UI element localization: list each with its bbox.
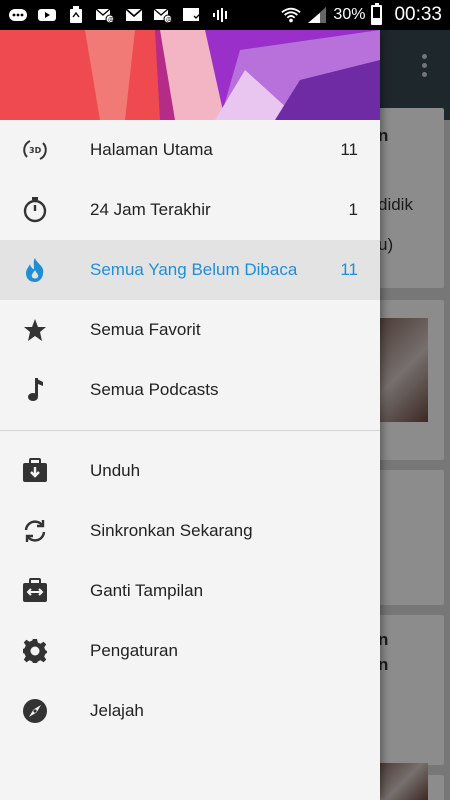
nav-item-label: Ganti Tampilan (90, 581, 204, 600)
nav-item-24-jam[interactable]: 24 Jam Terakhir 1 (0, 180, 380, 240)
wifi-icon (281, 7, 302, 23)
nav-item-pengaturan[interactable]: Pengaturan (0, 621, 380, 681)
music-note-icon (20, 375, 50, 405)
status-bar: @ @ 30% 00:33 (0, 0, 450, 30)
drawer-divider (0, 430, 380, 431)
nav-item-unduh[interactable]: Unduh (0, 441, 380, 501)
nav-item-label: Sinkronkan Sekarang (90, 521, 253, 540)
nav-item-semua-podcasts[interactable]: Semua Podcasts (0, 360, 380, 420)
compass-icon (20, 696, 50, 726)
nav-item-semua-favorit[interactable]: Semua Favorit (0, 300, 380, 360)
nav-item-label: Semua Favorit (90, 320, 201, 339)
sound-icon (211, 7, 231, 23)
clock: 00:33 (394, 4, 442, 25)
star-icon (20, 315, 50, 345)
flame-icon (20, 255, 50, 285)
unread-count: 1 (348, 200, 358, 219)
svg-text:@: @ (166, 17, 172, 24)
signal-icon (307, 7, 327, 23)
nav-item-label: Pengaturan (90, 641, 178, 660)
switch-view-icon (20, 576, 50, 606)
email-icon: @ (153, 7, 173, 23)
battery-icon (371, 3, 383, 25)
nav-item-label: 24 Jam Terakhir (90, 200, 211, 219)
nav-item-ganti-tampilan[interactable]: Ganti Tampilan (0, 561, 380, 621)
svg-text:3D: 3D (29, 146, 42, 155)
nav-item-sinkronkan[interactable]: Sinkronkan Sekarang (0, 501, 380, 561)
nav-item-label: Unduh (90, 461, 141, 480)
drawer-header-artwork (0, 30, 380, 120)
navigation-drawer: 3D Halaman Utama 11 24 Jam Terakhir 1 Se… (0, 30, 380, 800)
nav-item-jelajah[interactable]: Jelajah (0, 681, 380, 741)
nav-item-label: Semua Yang Belum Dibaca (90, 260, 298, 279)
nav-item-label: Semua Podcasts (90, 380, 219, 399)
store-icon (182, 7, 202, 23)
stopwatch-icon (20, 195, 50, 225)
nav-item-label: Halaman Utama (90, 140, 213, 159)
chat-icon (8, 7, 28, 23)
sync-icon (20, 516, 50, 546)
gmail-icon (124, 7, 144, 23)
recycle-icon (66, 6, 86, 23)
battery-percent: 30% (333, 6, 366, 23)
unread-count: 11 (340, 260, 358, 279)
nav-item-halaman-utama[interactable]: 3D Halaman Utama 11 (0, 120, 380, 180)
gear-icon (20, 636, 50, 666)
unread-count: 11 (340, 140, 358, 159)
svg-text:@: @ (108, 17, 114, 24)
download-icon (20, 456, 50, 486)
email-icon: @ (95, 7, 115, 23)
3d-rotate-icon: 3D (20, 135, 50, 165)
youtube-icon (37, 7, 57, 23)
nav-item-semua-belum-dibaca[interactable]: Semua Yang Belum Dibaca 11 (0, 240, 380, 300)
nav-item-label: Jelajah (90, 701, 144, 720)
